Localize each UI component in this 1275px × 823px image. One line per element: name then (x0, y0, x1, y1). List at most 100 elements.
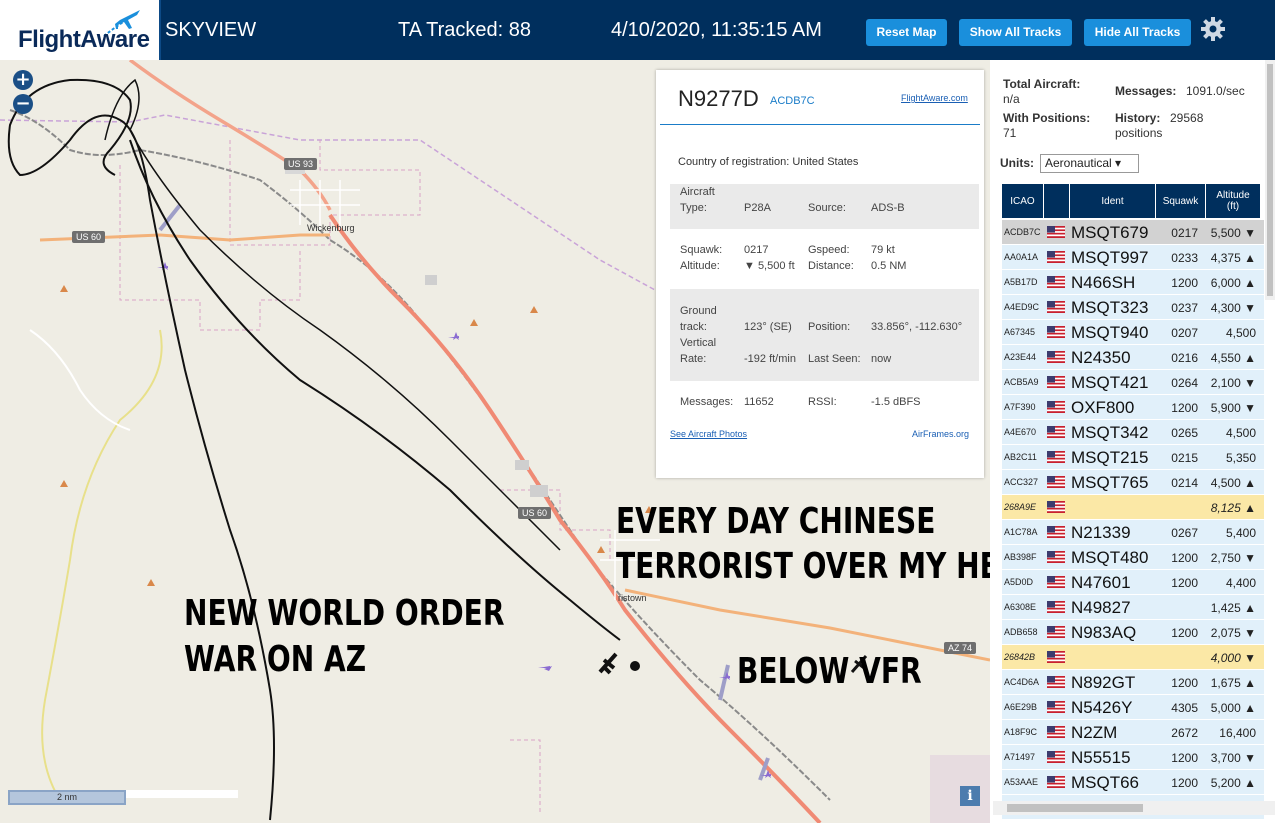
info-button[interactable]: i (960, 786, 980, 806)
with-positions-value: 71 (1003, 126, 1017, 140)
vertical-rate-label: Vertical (680, 337, 717, 349)
table-row[interactable]: ACDB7C MSQT679 0217 5,500 ▼ (1002, 220, 1264, 245)
flightaware-link[interactable]: FlightAware.com (901, 93, 968, 103)
ground-track-value: 123° (SE) (744, 321, 792, 333)
table-row[interactable]: AB398F MSQT480 1200 2,750 ▼ (1002, 545, 1264, 570)
type-source-block: Aircraft Type: P28A Source: ADS-B (670, 184, 979, 229)
zoom-in-button[interactable]: + (13, 70, 33, 90)
row-altitude: 5,200 ▲ (1210, 776, 1256, 790)
history-value: 29568 (1170, 111, 1204, 125)
scrollbar-thumb[interactable] (1007, 804, 1143, 812)
table-row[interactable]: A5B17D N466SH 1200 6,000 ▲ (1002, 270, 1264, 295)
row-altitude: 4,300 ▼ (1210, 301, 1256, 315)
us-flag-icon (1047, 476, 1065, 488)
table-row[interactable]: A67345 MSQT940 0207 4,500 (1002, 320, 1264, 345)
table-row[interactable]: ADB658 N983AQ 1200 2,075 ▼ (1002, 620, 1264, 645)
us-flag-icon (1047, 226, 1065, 238)
row-ident: MSQT215 (1071, 448, 1149, 467)
table-row[interactable]: A6E29B N5426Y 4305 5,000 ▲ (1002, 695, 1264, 720)
us-flag-icon (1047, 326, 1065, 338)
table-row[interactable]: 268A9E 8,125 ▲ (1002, 495, 1264, 520)
table-row[interactable]: A53AAE MSQT66 1200 5,200 ▲ (1002, 770, 1264, 795)
table-row[interactable]: AB2C11 MSQT215 0215 5,350 (1002, 445, 1264, 470)
row-icao: A23E44 (1004, 352, 1037, 362)
us-flag-icon (1047, 276, 1065, 288)
table-row[interactable]: A71497 N55515 1200 3,700 ▼ (1002, 745, 1264, 770)
row-altitude: 4,550 ▲ (1210, 351, 1256, 365)
row-icao: A4E670 (1004, 427, 1037, 437)
row-altitude: 2,100 ▼ (1210, 376, 1256, 390)
us-flag-icon (1047, 676, 1065, 688)
airframes-link[interactable]: AirFrames.org (912, 429, 969, 439)
row-altitude: 4,500 ▲ (1210, 476, 1256, 490)
column-ident[interactable]: Ident (1070, 184, 1156, 218)
row-ident: MSQT997 (1071, 248, 1149, 267)
column-altitude[interactable]: Altitude (ft) (1206, 184, 1261, 218)
squawk-value: 0217 (744, 244, 769, 256)
annotation-chinese-line1: EVERY DAY CHINESE (616, 501, 936, 542)
us-flag-icon (1047, 701, 1065, 713)
aircraft-photos-link[interactable]: See Aircraft Photos (670, 429, 747, 439)
hide-all-tracks-button[interactable]: Hide All Tracks (1084, 19, 1191, 46)
row-squawk: 1200 (1171, 776, 1198, 790)
last-seen-value: now (871, 353, 892, 365)
table-row[interactable]: A23E44 N24350 0216 4,550 ▲ (1002, 345, 1264, 370)
table-row[interactable]: A18F9C N2ZM 2672 16,400 (1002, 720, 1264, 745)
drawn-track-west (7, 78, 275, 821)
row-altitude: 5,350 (1225, 451, 1256, 465)
current-datetime: 4/10/2020, 11:35:15 AM (611, 19, 822, 41)
row-squawk: 1200 (1171, 576, 1198, 590)
row-icao: A4ED9C (1004, 302, 1040, 312)
row-altitude: 5,900 ▼ (1210, 401, 1256, 415)
row-squawk: 0207 (1171, 326, 1198, 340)
row-altitude: 1,675 ▲ (1210, 676, 1256, 690)
row-squawk: 0214 (1171, 476, 1198, 490)
zoom-out-button[interactable]: − (13, 94, 33, 114)
gspeed-value: 79 kt (871, 244, 895, 256)
table-row[interactable]: AA0A1A MSQT997 0233 4,375 ▲ (1002, 245, 1264, 270)
ta-tracked-count: TA Tracked: 88 (398, 19, 532, 41)
scrollbar-thumb[interactable] (1267, 64, 1273, 296)
row-altitude: 4,375 ▲ (1210, 251, 1256, 265)
row-squawk: 0215 (1171, 451, 1198, 465)
scale-bar: 2 nm (8, 790, 126, 805)
column-icao[interactable]: ICAO (1002, 184, 1044, 218)
track-position-block: Ground track: 123° (SE) Position: 33.856… (670, 289, 979, 381)
row-icao: AA0A1A (1004, 252, 1039, 262)
row-ident: N466SH (1071, 273, 1136, 292)
column-flag[interactable] (1044, 184, 1070, 218)
table-row[interactable]: A6308E N49827 1,425 ▲ (1002, 595, 1264, 620)
aircraft-type-value: P28A (744, 202, 771, 214)
row-ident: MSQT342 (1071, 423, 1149, 442)
selected-aircraft-marker (598, 652, 618, 675)
units-select[interactable]: Aeronautical ▾ (1040, 154, 1139, 173)
row-icao: A18F9C (1004, 727, 1038, 737)
show-all-tracks-button[interactable]: Show All Tracks (959, 19, 1072, 46)
row-altitude: 5,400 (1225, 526, 1256, 540)
row-ident: N21339 (1071, 523, 1131, 542)
table-row[interactable]: A4E670 MSQT342 0265 4,500 (1002, 420, 1264, 445)
row-icao: ACC327 (1004, 477, 1039, 487)
row-altitude: 4,500 (1225, 326, 1256, 340)
row-icao: A6E29B (1004, 702, 1038, 712)
column-squawk[interactable]: Squawk (1156, 184, 1206, 218)
table-row[interactable]: AC4D6A N892GT 1200 1,675 ▲ (1002, 670, 1264, 695)
table-row[interactable]: 26842B 4,000 ▼ (1002, 645, 1264, 670)
country-label: Country of registration: (678, 156, 790, 168)
table-row[interactable]: A4ED9C MSQT323 0237 4,300 ▼ (1002, 295, 1264, 320)
messages-rssi-block: Messages: 11652 RSSI: -1.5 dBFS (670, 390, 979, 414)
flightaware-logo[interactable]: FlightAware (0, 0, 161, 60)
sidebar-vertical-scrollbar[interactable] (1265, 60, 1275, 300)
table-row[interactable]: A1C78A N21339 0267 5,400 (1002, 520, 1264, 545)
table-row[interactable]: A7F390 OXF800 1200 5,900 ▼ (1002, 395, 1264, 420)
highway-az74 (624, 588, 990, 662)
table-horizontal-scrollbar[interactable] (993, 801, 1275, 815)
gear-icon[interactable] (1200, 16, 1226, 42)
with-positions-label: With Positions: (1003, 111, 1091, 125)
reset-map-button[interactable]: Reset Map (866, 19, 947, 46)
position-value: 33.856°, -112.630° (871, 321, 963, 333)
table-row[interactable]: ACB5A9 MSQT421 0264 2,100 ▼ (1002, 370, 1264, 395)
altitude-header-line1: Altitude (1216, 190, 1250, 201)
table-row[interactable]: A5D0D N47601 1200 4,400 (1002, 570, 1264, 595)
table-row[interactable]: ACC327 MSQT765 0214 4,500 ▲ (1002, 470, 1264, 495)
